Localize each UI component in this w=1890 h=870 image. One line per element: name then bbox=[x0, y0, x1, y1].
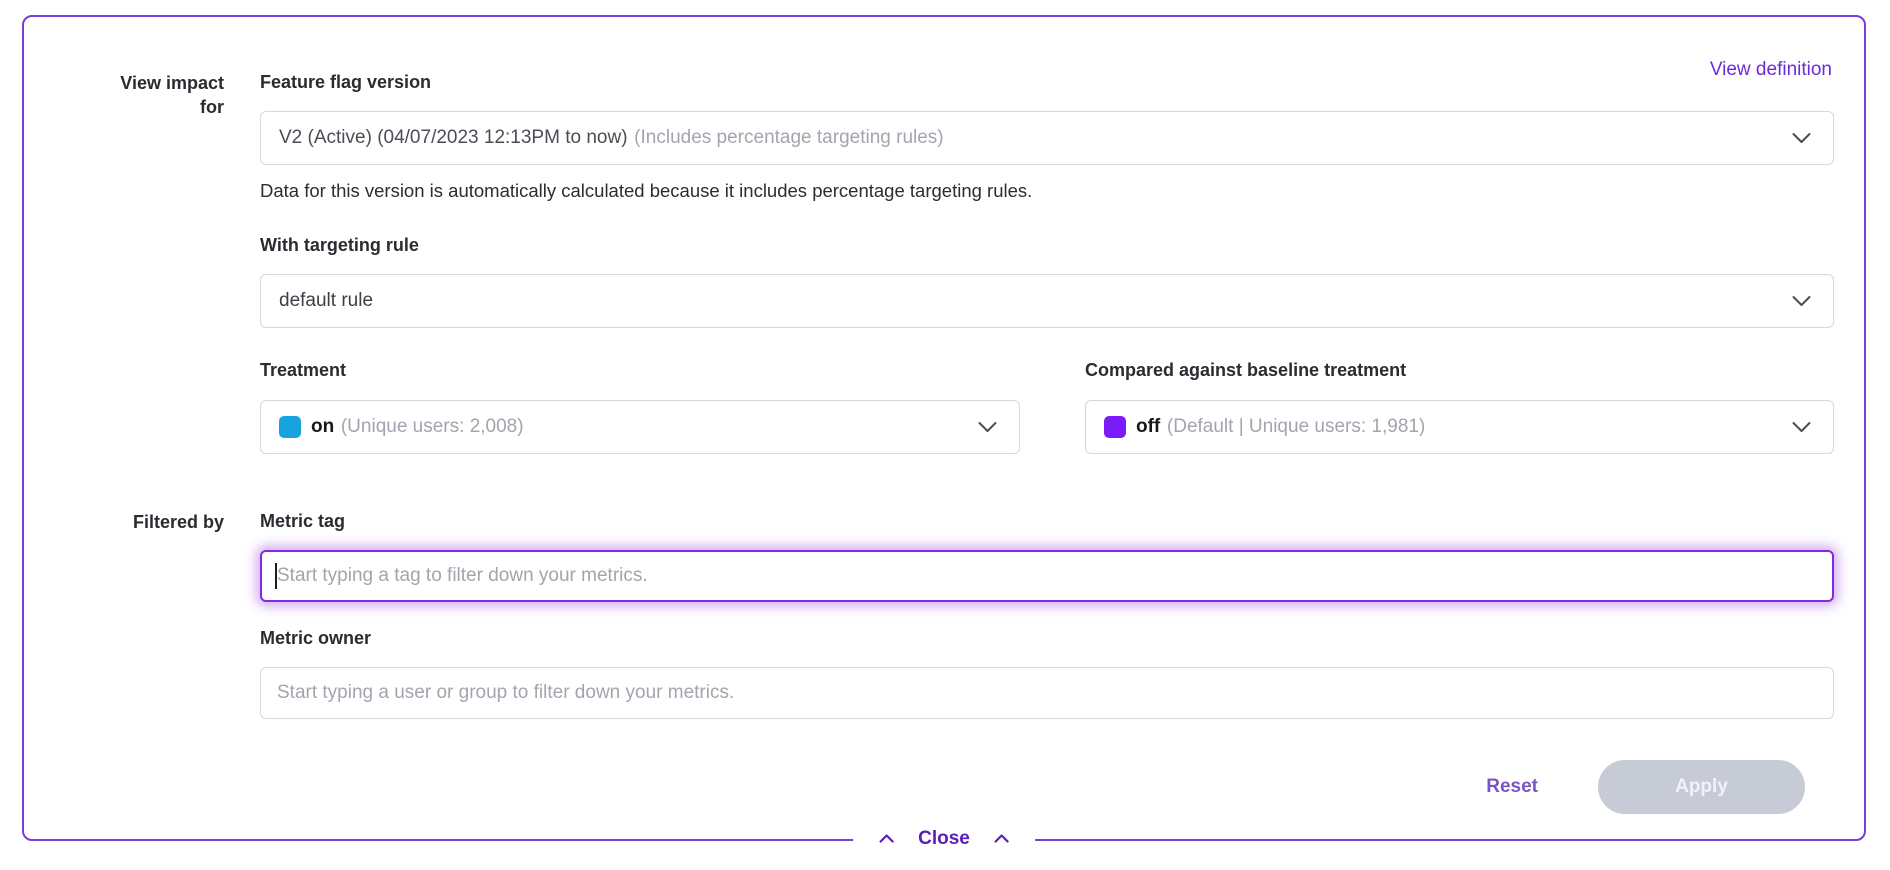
treatment-swatch bbox=[279, 416, 301, 438]
chevron-up-icon bbox=[994, 830, 1009, 848]
chevron-down-icon bbox=[1792, 422, 1811, 433]
treatment-label: Treatment bbox=[260, 359, 1020, 381]
metric-owner-input[interactable] bbox=[260, 667, 1834, 719]
close-button[interactable]: Close bbox=[853, 825, 1035, 853]
baseline-treatment-label: Compared against baseline treatment bbox=[1085, 359, 1834, 381]
chevron-down-icon bbox=[978, 422, 997, 433]
feature-flag-version-label: Feature flag version bbox=[260, 71, 1834, 93]
treatment-value: on bbox=[311, 416, 334, 438]
treatment-select[interactable]: on (Unique users: 2,008) bbox=[260, 400, 1020, 454]
targeting-rule-select[interactable]: default rule bbox=[260, 274, 1834, 328]
close-label: Close bbox=[918, 828, 970, 850]
metric-tag-label: Metric tag bbox=[260, 510, 1834, 532]
baseline-treatment-select[interactable]: off (Default | Unique users: 1,981) bbox=[1085, 400, 1834, 454]
section-label-filtered-by: Filtered by bbox=[80, 510, 224, 814]
feature-flag-version-select[interactable]: V2 (Active) (04/07/2023 12:13PM to now) … bbox=[260, 111, 1834, 165]
filter-panel: View definition View impact for Feature … bbox=[22, 15, 1866, 841]
section-label-view-impact-for: View impact for bbox=[80, 71, 224, 454]
baseline-note: (Default | Unique users: 1,981) bbox=[1167, 416, 1425, 438]
chevron-up-icon bbox=[879, 830, 894, 848]
targeting-rule-value: default rule bbox=[279, 290, 373, 312]
filtered-by-section: Filtered by Metric tag Metric owner Rese… bbox=[80, 510, 1834, 814]
baseline-swatch bbox=[1104, 416, 1126, 438]
targeting-rule-label: With targeting rule bbox=[260, 234, 1834, 256]
feature-flag-version-value: V2 (Active) (04/07/2023 12:13PM to now) bbox=[279, 127, 628, 149]
view-impact-section: View impact for Feature flag version V2 … bbox=[80, 71, 1834, 454]
chevron-down-icon bbox=[1792, 296, 1811, 307]
metric-tag-input[interactable] bbox=[260, 550, 1834, 602]
metric-owner-label: Metric owner bbox=[260, 627, 1834, 649]
view-definition-link[interactable]: View definition bbox=[1710, 59, 1832, 81]
treatment-note: (Unique users: 2,008) bbox=[341, 416, 524, 438]
version-helper-text: Data for this version is automatically c… bbox=[260, 180, 1834, 202]
apply-button[interactable]: Apply bbox=[1598, 760, 1805, 814]
reset-button[interactable]: Reset bbox=[1486, 776, 1538, 798]
feature-flag-version-note: (Includes percentage targeting rules) bbox=[634, 127, 943, 149]
text-caret bbox=[275, 563, 277, 589]
chevron-down-icon bbox=[1792, 133, 1811, 144]
baseline-value: off bbox=[1136, 416, 1160, 438]
